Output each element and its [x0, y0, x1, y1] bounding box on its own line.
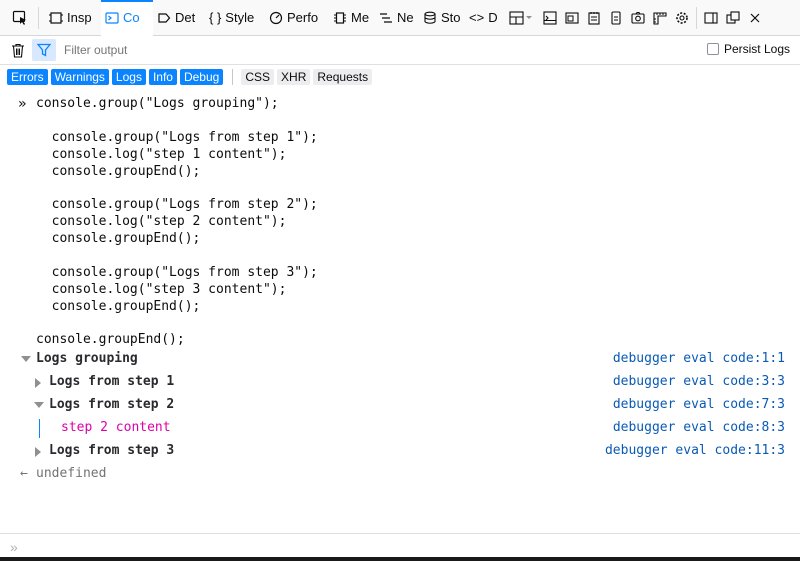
filter-output-input[interactable] — [64, 43, 564, 57]
tab-label: Perfo — [287, 10, 319, 25]
collapsed-arrow-icon[interactable] — [35, 447, 41, 457]
log-group-row[interactable]: Logs from step 3 debugger eval code:11:3 — [0, 440, 800, 463]
filter-xhr-button[interactable]: XHR — [277, 69, 311, 85]
tab-console[interactable]: Co — [101, 0, 153, 36]
toolbar-separator — [38, 6, 39, 29]
command-line: console.log("step 2 content"); — [36, 214, 287, 229]
filter-category-bar: Errors Warnings Logs Info Debug CSS XHR … — [0, 66, 800, 88]
category-separator — [232, 69, 234, 85]
result-arrow-icon: ← — [20, 466, 28, 481]
log-message-text: step 2 content — [61, 420, 171, 435]
tab-label: Co — [123, 10, 140, 25]
group-label: Logs from step 3 — [49, 443, 175, 458]
memory-icon — [334, 11, 346, 24]
log-group-row[interactable]: Logs from step 2 debugger eval code:7:3 — [0, 394, 800, 417]
result-value: undefined — [36, 466, 107, 481]
filter-css-button[interactable]: CSS — [241, 69, 275, 85]
group-label: Logs from step 2 — [49, 397, 175, 412]
source-location-link[interactable]: debugger eval code:3:3 — [613, 374, 785, 389]
filter-warnings-button[interactable]: Warnings — [50, 69, 109, 85]
tab-memory[interactable]: Me — [329, 0, 375, 36]
element-picker-icon[interactable] — [8, 6, 32, 30]
filter-toggle-icon[interactable] — [32, 39, 56, 61]
storage-icon — [424, 11, 436, 24]
toolbar-separator — [696, 6, 697, 29]
tab-label: Det — [175, 10, 196, 25]
gear-icon[interactable] — [671, 0, 693, 36]
tab-performance[interactable]: Perfo — [265, 0, 329, 36]
command-line: console.log("step 1 content"); — [36, 147, 287, 162]
persist-logs-checkbox[interactable] — [706, 43, 719, 55]
rulers-icon[interactable] — [649, 0, 671, 36]
toolbar-right-icons — [505, 0, 766, 36]
command-line: console.group("Logs from step 1"); — [36, 130, 318, 145]
tab-label: Me — [351, 10, 370, 25]
tab-debugger[interactable]: Det — [153, 0, 205, 36]
filter-info-button[interactable]: Info — [148, 69, 177, 85]
command-prompt-icon: » — [18, 96, 27, 112]
network-icon — [380, 12, 392, 23]
close-icon[interactable] — [744, 0, 766, 36]
screenshot-icon[interactable] — [627, 0, 649, 36]
command-line: console.groupEnd(); — [36, 299, 201, 314]
collapsed-arrow-icon[interactable] — [35, 378, 41, 388]
persist-logs-toggle[interactable]: Persist Logs — [706, 42, 790, 56]
window-bottom-edge — [0, 557, 800, 561]
style-editor-icon: { } — [209, 10, 222, 25]
group-label: Logs from step 1 — [49, 374, 175, 389]
command-entry[interactable]: » console.group("Logs grouping"); consol… — [0, 93, 800, 347]
source-location-link[interactable]: debugger eval code:11:3 — [605, 443, 785, 458]
tab-label: Style — [225, 10, 255, 25]
tab-style-editor[interactable]: { } Style — [205, 0, 265, 36]
devtools-toolbar: Insp Co Det { } Style Perfo Me Ne Sto <>… — [0, 0, 800, 36]
result-row: ← undefined — [0, 463, 800, 486]
command-line: console.group("Logs from step 3"); — [36, 265, 318, 280]
inspector-icon — [49, 11, 63, 24]
tab-label: Sto — [441, 10, 461, 25]
tab-storage[interactable]: Sto — [419, 0, 465, 36]
console-icon — [105, 11, 119, 24]
filter-debug-button[interactable]: Debug — [179, 69, 224, 85]
filter-bar: Persist Logs — [0, 36, 800, 65]
log-group-row[interactable]: Logs from step 1 debugger eval code:3:3 — [0, 371, 800, 394]
filter-requests-button[interactable]: Requests — [313, 69, 373, 85]
debugger-icon — [158, 12, 171, 23]
notepad-icon[interactable] — [583, 0, 605, 36]
tab-label: Insp — [67, 10, 92, 25]
persist-logs-label: Persist Logs — [723, 42, 790, 56]
expanded-arrow-icon[interactable] — [34, 402, 44, 408]
tab-inspector[interactable]: Insp — [45, 0, 101, 36]
command-line: console.group("Logs grouping"); — [36, 96, 279, 111]
command-line: console.groupEnd(); — [36, 231, 201, 246]
separate-window-icon[interactable] — [722, 0, 744, 36]
performance-icon — [269, 11, 283, 24]
log-message-row: step 2 content debugger eval code:8:3 — [0, 417, 800, 440]
input-prompt-icon: » — [10, 539, 18, 555]
command-line: console.groupEnd(); — [36, 164, 201, 179]
source-location-link[interactable]: debugger eval code:8:3 — [613, 420, 785, 435]
command-line: console.groupEnd(); — [36, 332, 185, 347]
dom-icon: <> — [469, 10, 485, 25]
responsive-mode-icon[interactable] — [561, 0, 583, 36]
command-line: console.group("Logs from step 2"); — [36, 197, 318, 212]
console-drawer-icon[interactable] — [539, 0, 561, 36]
tab-dom[interactable]: <> D — [465, 0, 503, 36]
source-location-link[interactable]: debugger eval code:7:3 — [613, 397, 785, 412]
clear-console-trash-icon[interactable] — [0, 36, 36, 65]
group-label: Logs grouping — [36, 351, 138, 366]
dock-side-icon[interactable] — [700, 0, 722, 36]
tab-label: D — [488, 10, 498, 25]
tab-network[interactable]: Ne — [375, 0, 419, 36]
expanded-arrow-icon[interactable] — [21, 356, 31, 362]
filter-errors-button[interactable]: Errors — [7, 69, 48, 85]
source-location-link[interactable]: debugger eval code:1:1 — [613, 351, 785, 366]
paint-flashing-icon[interactable] — [605, 0, 627, 36]
frame-select-icon[interactable] — [505, 0, 539, 36]
tab-label: Ne — [397, 10, 414, 25]
log-group-row[interactable]: Logs grouping debugger eval code:1:1 — [0, 348, 800, 371]
command-line: console.log("step 3 content"); — [36, 282, 287, 297]
filter-logs-button[interactable]: Logs — [111, 69, 146, 85]
group-indent-bar — [39, 419, 40, 438]
